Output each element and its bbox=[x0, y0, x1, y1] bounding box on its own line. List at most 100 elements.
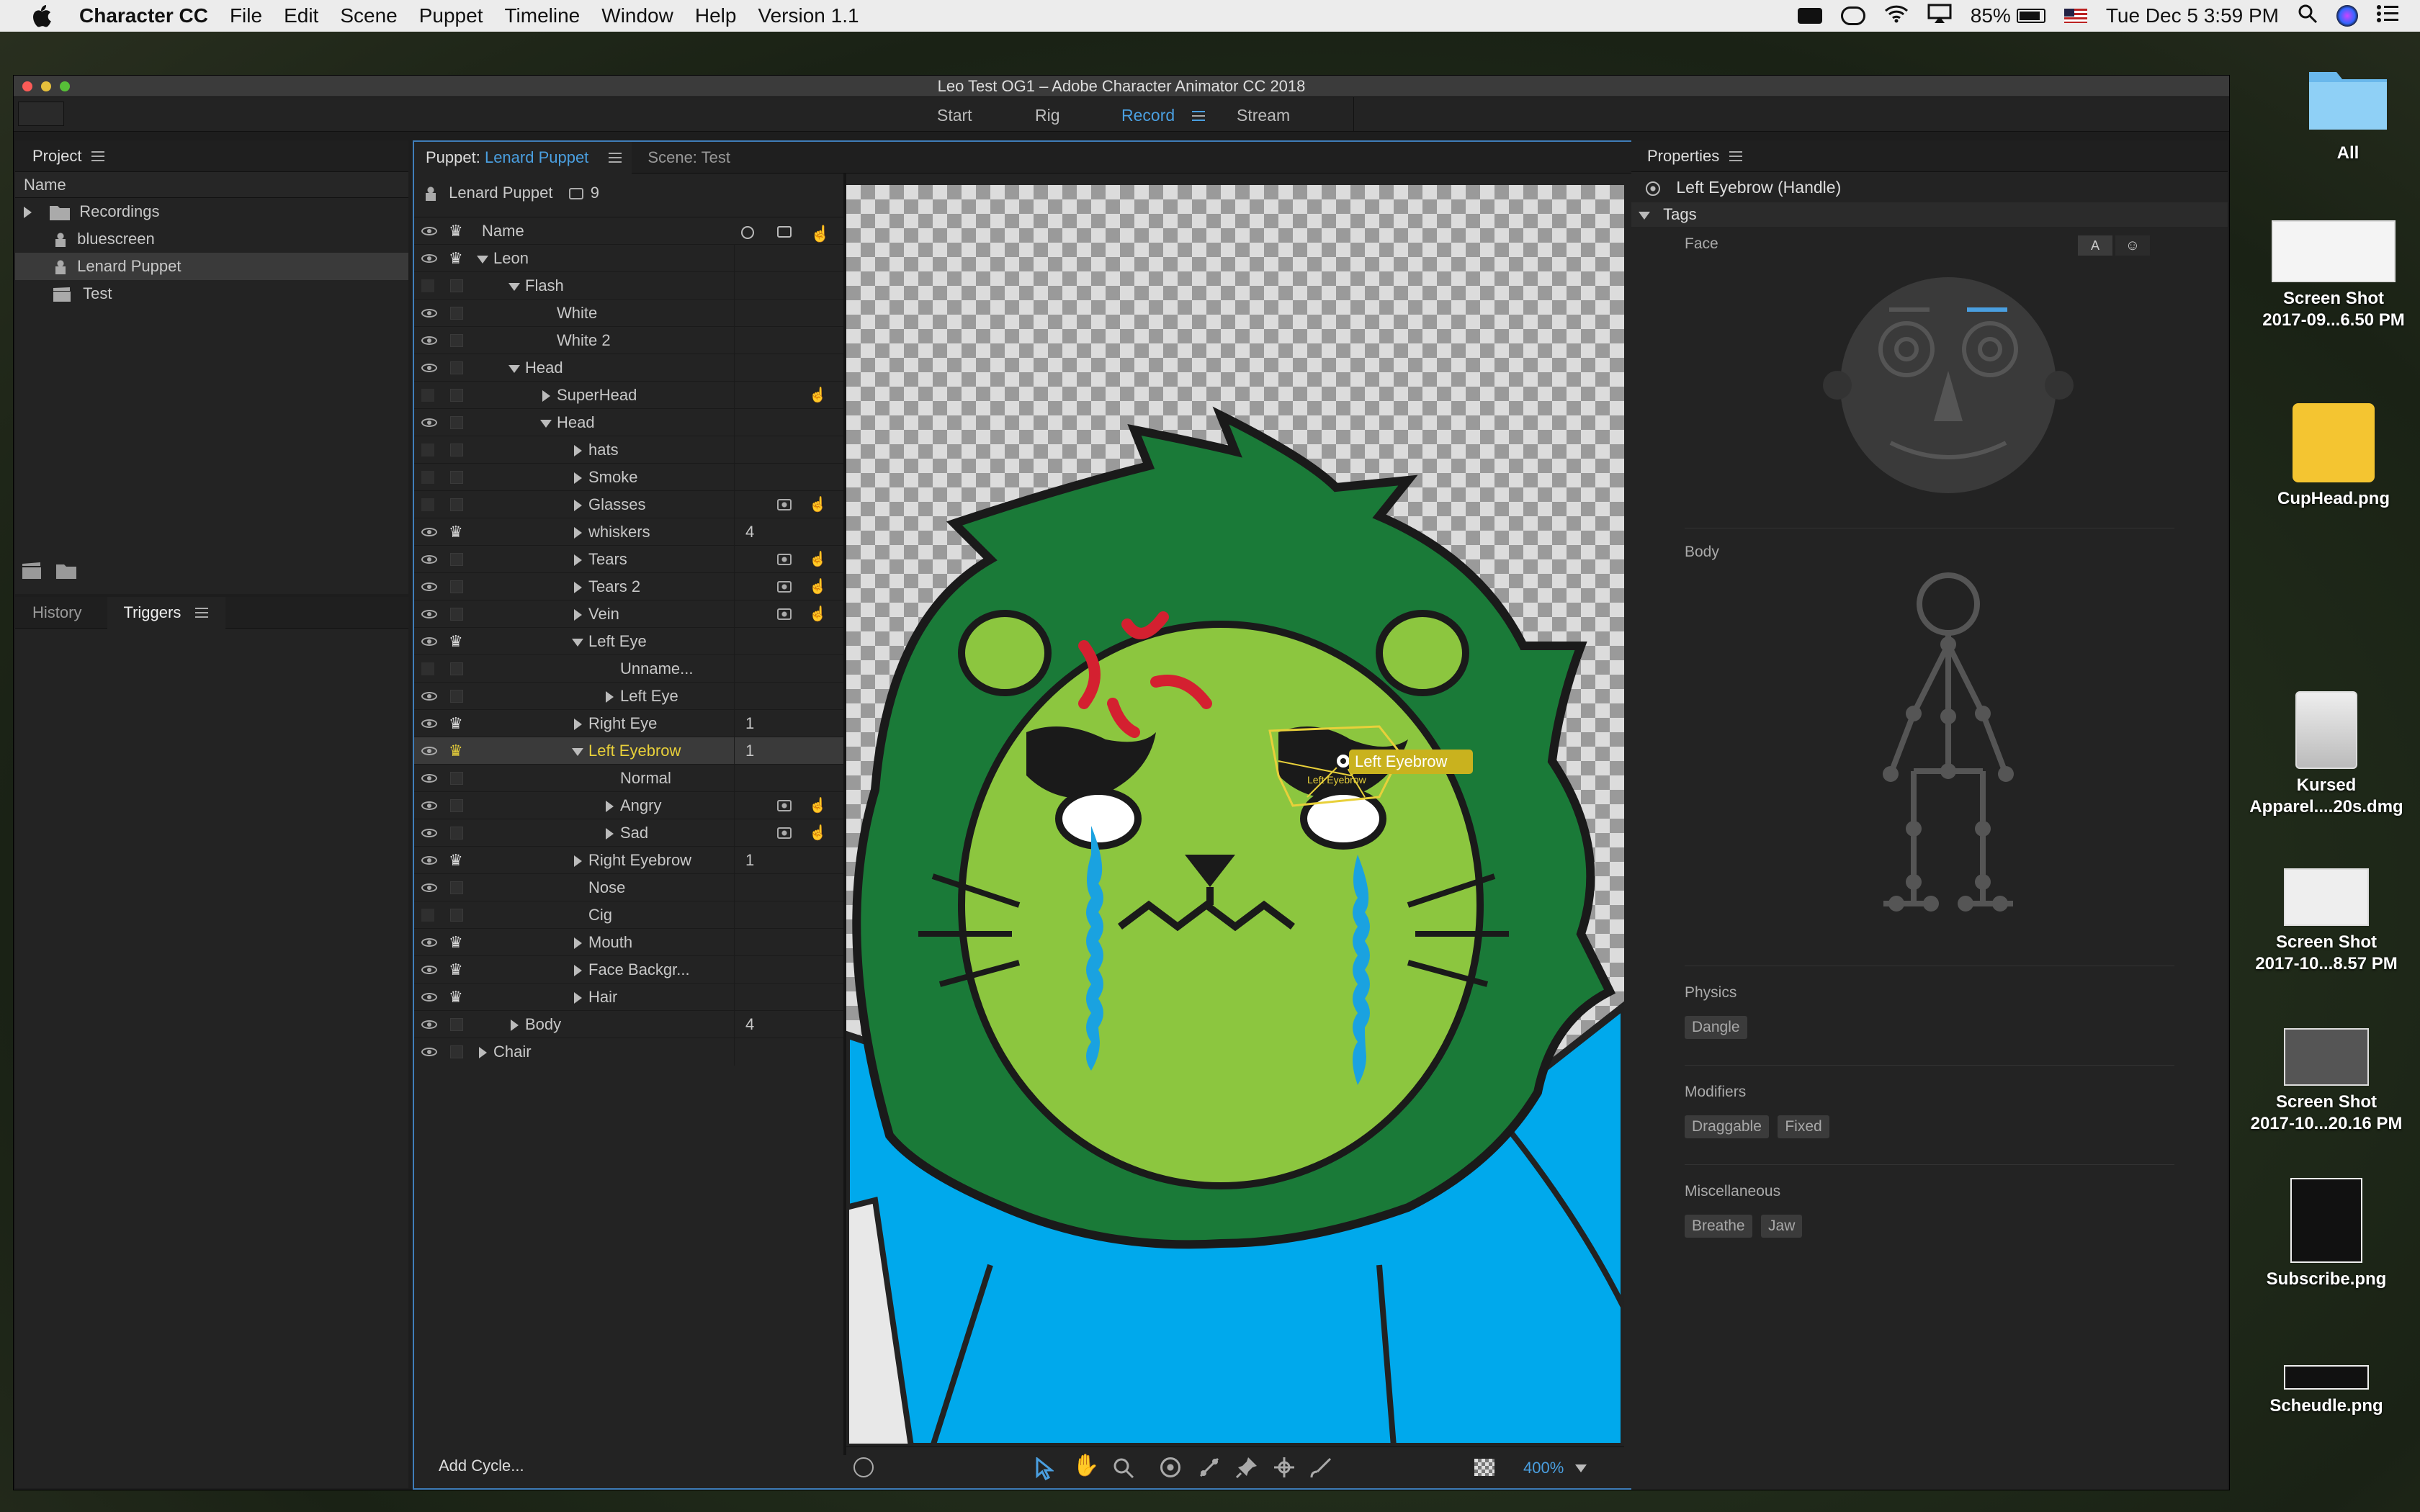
independent-toggle-slot[interactable] bbox=[450, 279, 463, 292]
visibility-eye-icon[interactable] bbox=[421, 801, 437, 810]
draggable-hand-icon[interactable]: ☝ bbox=[809, 382, 827, 409]
pin-tool-icon[interactable] bbox=[1235, 1456, 1258, 1479]
visibility-off-slot[interactable] bbox=[421, 444, 434, 456]
menu-version[interactable]: Version 1.1 bbox=[758, 4, 859, 27]
expand-arrow-icon[interactable] bbox=[542, 390, 550, 402]
collapse-arrow-icon[interactable] bbox=[1639, 211, 1650, 220]
layer-row[interactable]: Normal bbox=[414, 764, 843, 792]
independent-toggle-slot[interactable] bbox=[450, 498, 463, 511]
trigger-camera-icon[interactable] bbox=[777, 581, 792, 593]
expand-arrow-icon[interactable] bbox=[573, 992, 582, 1004]
independent-toggle-slot[interactable] bbox=[450, 580, 463, 593]
new-folder-icon[interactable] bbox=[55, 562, 77, 583]
wifi-icon[interactable] bbox=[1884, 4, 1909, 28]
independent-toggle-slot[interactable] bbox=[450, 881, 463, 894]
origin-tool-icon[interactable] bbox=[1160, 1457, 1180, 1477]
draggable-hand-icon[interactable]: ☝ bbox=[809, 491, 827, 518]
zoom-level[interactable]: 400% bbox=[1523, 1459, 1564, 1477]
expand-arrow-icon[interactable] bbox=[573, 554, 582, 567]
independent-crown-icon[interactable]: ♛ bbox=[449, 743, 463, 759]
visibility-eye-icon[interactable] bbox=[421, 418, 437, 427]
zoom-window-button[interactable] bbox=[60, 81, 70, 91]
visibility-off-slot[interactable] bbox=[421, 498, 434, 511]
independent-toggle-slot[interactable] bbox=[450, 444, 463, 456]
independent-toggle-slot[interactable] bbox=[450, 553, 463, 566]
expand-arrow-icon[interactable] bbox=[605, 828, 614, 840]
transparency-grid-icon[interactable] bbox=[1474, 1459, 1494, 1476]
face-visual-toggle[interactable]: ☺ bbox=[2115, 235, 2150, 256]
tab-puppet[interactable]: Puppet: Lenard Puppet bbox=[414, 142, 632, 174]
menu-edit[interactable]: Edit bbox=[284, 4, 318, 27]
collapse-arrow-icon[interactable] bbox=[508, 364, 520, 373]
visibility-eye-icon[interactable] bbox=[421, 993, 437, 1002]
tag-breathe[interactable]: Breathe bbox=[1685, 1215, 1752, 1238]
menu-timeline[interactable]: Timeline bbox=[504, 4, 580, 27]
expand-arrow-icon[interactable] bbox=[573, 527, 582, 539]
visibility-eye-icon[interactable] bbox=[421, 555, 437, 564]
desktop-item-screenshot-3[interactable]: Screen Shot 2017-10...20.16 PM bbox=[2240, 1028, 2413, 1135]
puppet-settings-icon[interactable] bbox=[853, 1457, 874, 1477]
visibility-off-slot[interactable] bbox=[421, 389, 434, 402]
expand-arrow-icon[interactable] bbox=[605, 801, 614, 813]
expand-arrow-icon[interactable] bbox=[573, 855, 582, 868]
independent-toggle-slot[interactable] bbox=[450, 608, 463, 621]
puppet-panel-menu-icon[interactable] bbox=[609, 152, 622, 163]
visibility-eye-icon[interactable] bbox=[421, 254, 437, 263]
visibility-eye-icon[interactable] bbox=[421, 774, 437, 783]
close-window-button[interactable] bbox=[22, 81, 32, 91]
layer-row[interactable]: ♛ Left Eyebrow 1 bbox=[414, 737, 843, 765]
input-flag-icon[interactable] bbox=[2063, 9, 2087, 23]
visibility-eye-icon[interactable] bbox=[421, 966, 437, 974]
draggable-hand-icon[interactable]: ☝ bbox=[809, 600, 827, 628]
independent-toggle-slot[interactable] bbox=[450, 361, 463, 374]
siri-icon[interactable] bbox=[2336, 5, 2358, 27]
expand-arrow-icon[interactable] bbox=[573, 445, 582, 457]
independent-toggle-slot[interactable] bbox=[450, 471, 463, 484]
independent-toggle-slot[interactable] bbox=[450, 827, 463, 840]
project-item-test[interactable]: Test bbox=[15, 280, 408, 307]
independent-crown-icon[interactable]: ♛ bbox=[449, 935, 463, 950]
desktop-item-cuphead[interactable]: CupHead.png bbox=[2247, 403, 2420, 510]
trigger-camera-icon[interactable] bbox=[777, 827, 792, 839]
independent-crown-icon[interactable]: ♛ bbox=[449, 962, 463, 978]
project-item-lenard-puppet[interactable]: Lenard Puppet bbox=[15, 253, 408, 280]
visibility-eye-icon[interactable] bbox=[421, 883, 437, 892]
layer-row[interactable]: ♛ Right Eye 1 bbox=[414, 709, 843, 737]
tag-draggable[interactable]: Draggable bbox=[1685, 1115, 1769, 1138]
new-scene-icon[interactable] bbox=[21, 562, 42, 584]
layer-row[interactable]: ♛ Left Eye bbox=[414, 627, 843, 655]
layer-row[interactable]: Body 4 bbox=[414, 1010, 843, 1038]
visibility-eye-icon[interactable] bbox=[421, 1020, 437, 1029]
visibility-off-slot[interactable] bbox=[421, 909, 434, 922]
independent-toggle-slot[interactable] bbox=[450, 1018, 463, 1031]
handle-tool-icon[interactable] bbox=[1273, 1456, 1296, 1479]
layer-row[interactable]: Sad ☝ bbox=[414, 819, 843, 847]
independent-toggle-slot[interactable] bbox=[450, 690, 463, 703]
project-item-recordings[interactable]: Recordings bbox=[15, 198, 408, 225]
spotlight-search-icon[interactable] bbox=[2298, 4, 2318, 29]
visibility-eye-icon[interactable] bbox=[421, 938, 437, 947]
layer-row[interactable]: ♛ Right Eyebrow 1 bbox=[414, 846, 843, 874]
expand-arrow-icon[interactable] bbox=[24, 207, 32, 219]
layer-row[interactable]: Left Eye bbox=[414, 682, 843, 710]
layer-row[interactable]: Chair bbox=[414, 1038, 843, 1066]
layer-row[interactable]: ♛ Hair bbox=[414, 983, 843, 1011]
battery-icon[interactable] bbox=[2016, 9, 2045, 23]
dangle-tool-icon[interactable] bbox=[1310, 1456, 1333, 1479]
visibility-eye-icon[interactable] bbox=[421, 309, 437, 318]
collapse-arrow-icon[interactable] bbox=[508, 282, 520, 291]
layer-row[interactable]: Tears 2 ☝ bbox=[414, 572, 843, 600]
independent-toggle-slot[interactable] bbox=[450, 909, 463, 922]
collapse-arrow-icon[interactable] bbox=[477, 255, 488, 264]
desktop-item-screenshot-2[interactable]: Screen Shot 2017-10...8.57 PM bbox=[2240, 868, 2413, 975]
visibility-eye-icon[interactable] bbox=[421, 336, 437, 345]
collapse-arrow-icon[interactable] bbox=[572, 747, 583, 756]
visibility-eye-icon[interactable] bbox=[421, 829, 437, 837]
tab-triggers[interactable]: Triggers bbox=[107, 597, 226, 629]
visibility-eye-icon[interactable] bbox=[421, 856, 437, 865]
mode-start[interactable]: Start bbox=[937, 106, 972, 125]
independent-toggle-slot[interactable] bbox=[450, 307, 463, 320]
menu-puppet[interactable]: Puppet bbox=[419, 4, 483, 27]
layer-row[interactable]: ♛ Leon bbox=[414, 244, 843, 272]
independent-crown-icon[interactable]: ♛ bbox=[449, 251, 463, 266]
